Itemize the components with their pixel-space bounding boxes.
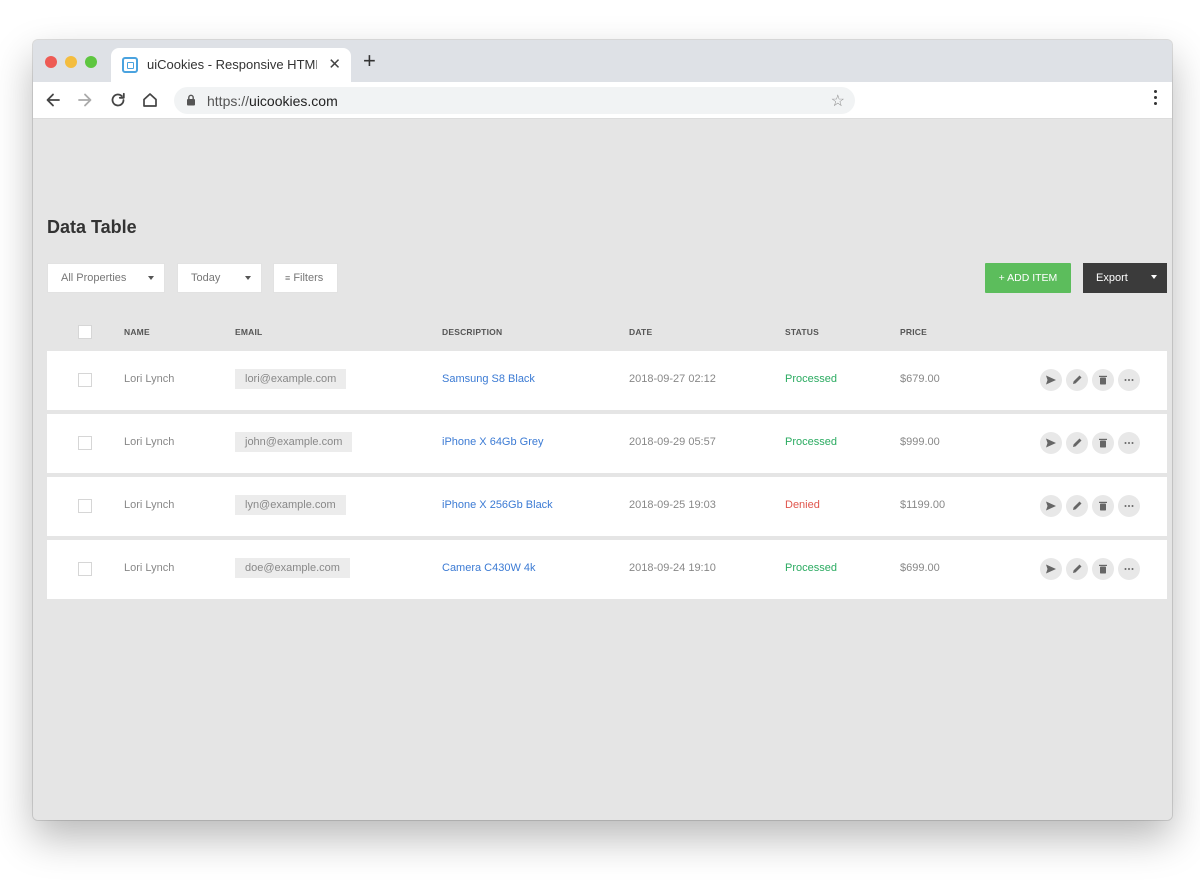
edit-icon[interactable]	[1066, 369, 1088, 391]
export-button[interactable]: Export	[1083, 263, 1167, 293]
row-date: 2018-09-24 19:10	[629, 562, 716, 574]
filters-button[interactable]: ≡ Filters	[273, 263, 338, 293]
table-header: NAME EMAIL DESCRIPTION DATE STATUS PRICE	[47, 319, 1167, 345]
forward-arrow-icon[interactable]	[75, 90, 95, 110]
row-description-link[interactable]: iPhone X 256Gb Black	[442, 499, 553, 511]
row-date: 2018-09-29 05:57	[629, 436, 716, 448]
row-name: Lori Lynch	[124, 436, 175, 448]
row-checkbox[interactable]	[78, 562, 92, 576]
send-icon[interactable]	[1040, 369, 1062, 391]
back-arrow-icon[interactable]	[43, 90, 63, 110]
column-header-name: NAME	[124, 327, 150, 337]
close-window-button[interactable]	[45, 56, 57, 68]
row-name: Lori Lynch	[124, 499, 175, 511]
properties-dropdown[interactable]: All Properties	[47, 263, 165, 293]
send-icon[interactable]	[1040, 558, 1062, 580]
favicon-icon	[122, 57, 138, 73]
send-icon[interactable]	[1040, 495, 1062, 517]
select-all-checkbox[interactable]	[78, 325, 92, 339]
row-date: 2018-09-27 02:12	[629, 373, 716, 385]
row-description-link[interactable]: Samsung S8 Black	[442, 373, 535, 385]
filter-icon: ≡	[285, 273, 291, 283]
row-checkbox[interactable]	[78, 436, 92, 450]
more-icon[interactable]	[1118, 369, 1140, 391]
period-dropdown-label: Today	[191, 272, 221, 284]
status-badge: Processed	[785, 562, 837, 574]
page-title: Data Table	[47, 217, 137, 237]
browser-menu-icon[interactable]	[1154, 90, 1158, 108]
column-header-date: DATE	[629, 327, 653, 337]
new-tab-button[interactable]: +	[363, 50, 376, 72]
row-date: 2018-09-25 19:03	[629, 499, 716, 511]
more-icon[interactable]	[1118, 558, 1140, 580]
maximize-window-button[interactable]	[85, 56, 97, 68]
browser-toolbar: https://uicookies.com ☆	[33, 82, 1172, 119]
chevron-down-icon	[148, 276, 154, 280]
chevron-down-icon	[245, 276, 251, 280]
column-header-status: STATUS	[785, 327, 819, 337]
row-price: $999.00	[900, 436, 940, 448]
delete-icon[interactable]	[1092, 558, 1114, 580]
home-icon[interactable]	[140, 90, 160, 110]
row-price: $679.00	[900, 373, 940, 385]
reload-icon[interactable]	[108, 90, 128, 110]
add-item-button[interactable]: + ADD ITEM	[985, 263, 1071, 293]
tab-title: uiCookies - Responsive HTML	[147, 57, 317, 72]
table-row[interactable]: Lori Lynch john@example.com iPhone X 64G…	[47, 414, 1167, 473]
edit-icon[interactable]	[1066, 558, 1088, 580]
row-email: lori@example.com	[235, 369, 347, 389]
table-row[interactable]: Lori Lynch lori@example.com Samsung S8 B…	[47, 351, 1167, 410]
column-header-description: DESCRIPTION	[442, 327, 503, 337]
minimize-window-button[interactable]	[65, 56, 77, 68]
status-badge: Processed	[785, 436, 837, 448]
filters-label: Filters	[293, 272, 324, 284]
row-checkbox[interactable]	[78, 499, 92, 513]
url-text: https://uicookies.com	[207, 93, 338, 109]
row-name: Lori Lynch	[124, 562, 175, 574]
column-header-email: EMAIL	[235, 327, 263, 337]
delete-icon[interactable]	[1092, 432, 1114, 454]
export-label: Export	[1096, 272, 1128, 284]
chevron-down-icon	[1151, 275, 1157, 279]
row-checkbox[interactable]	[78, 373, 92, 387]
row-name: Lori Lynch	[124, 373, 175, 385]
row-email: john@example.com	[235, 432, 353, 452]
column-header-price: PRICE	[900, 327, 927, 337]
table-row[interactable]: Lori Lynch doe@example.com Camera C430W …	[47, 540, 1167, 599]
browser-tab[interactable]: uiCookies - Responsive HTML ✕	[111, 48, 351, 82]
address-bar[interactable]: https://uicookies.com ☆	[174, 87, 855, 114]
bookmark-star-icon[interactable]: ☆	[831, 91, 845, 111]
status-badge: Processed	[785, 373, 837, 385]
status-badge: Denied	[785, 499, 820, 511]
more-icon[interactable]	[1118, 495, 1140, 517]
period-dropdown[interactable]: Today	[177, 263, 262, 293]
properties-dropdown-label: All Properties	[61, 272, 127, 284]
table-row[interactable]: Lori Lynch lyn@example.com iPhone X 256G…	[47, 477, 1167, 536]
tab-close-icon[interactable]: ✕	[328, 55, 341, 73]
row-price: $1199.00	[900, 499, 946, 511]
browser-window: uiCookies - Responsive HTML ✕ + https://…	[33, 40, 1172, 820]
edit-icon[interactable]	[1066, 495, 1088, 517]
lock-icon	[187, 94, 195, 106]
more-icon[interactable]	[1118, 432, 1140, 454]
row-email: lyn@example.com	[235, 495, 346, 515]
row-price: $699.00	[900, 562, 940, 574]
row-description-link[interactable]: iPhone X 64Gb Grey	[442, 436, 544, 448]
row-description-link[interactable]: Camera C430W 4k	[442, 562, 536, 574]
tab-strip: uiCookies - Responsive HTML ✕ +	[33, 40, 1172, 82]
delete-icon[interactable]	[1092, 369, 1114, 391]
edit-icon[interactable]	[1066, 432, 1088, 454]
row-email: doe@example.com	[235, 558, 350, 578]
send-icon[interactable]	[1040, 432, 1062, 454]
delete-icon[interactable]	[1092, 495, 1114, 517]
